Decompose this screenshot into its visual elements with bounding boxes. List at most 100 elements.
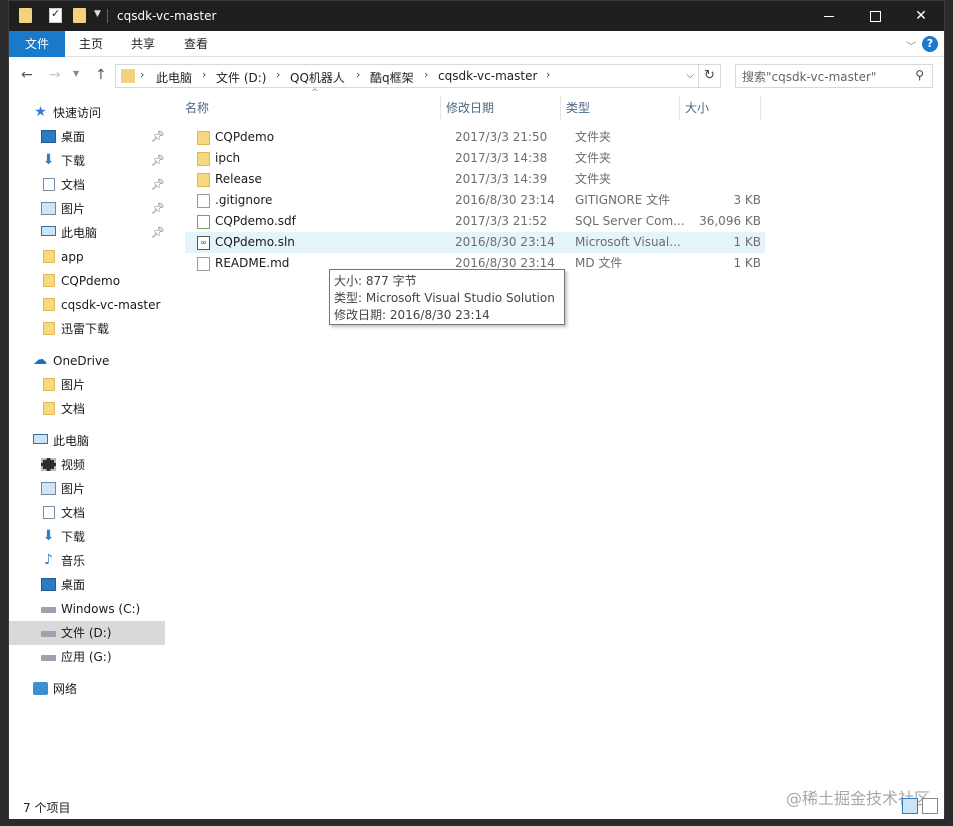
sidebar-item-pc-downloads[interactable]: ⬇ 下载	[9, 525, 165, 549]
folder-icon	[197, 131, 210, 145]
computer-icon	[41, 226, 56, 236]
minimize-button[interactable]	[806, 1, 852, 31]
chevron-right-icon[interactable]: ›	[356, 68, 360, 81]
ribbon-tabs: 文件 主页 共享 查看 ﹀ ?	[9, 31, 944, 57]
up-arrow-icon[interactable]: ↑	[95, 67, 107, 83]
chevron-right-icon[interactable]: ›	[546, 68, 550, 81]
pin-icon[interactable]: 📌︎	[151, 149, 165, 173]
column-header-type[interactable]: 类型	[566, 99, 590, 116]
pin-icon[interactable]: 📌︎	[151, 221, 165, 245]
details-view-icon[interactable]	[902, 798, 918, 814]
sidebar-item-music[interactable]: ♪ 音乐	[9, 549, 165, 573]
file-row-gitignore[interactable]: .gitignore 2016/8/30 23:14 GITIGNORE 文件 …	[185, 190, 765, 211]
column-header-size[interactable]: 大小	[685, 99, 709, 116]
column-divider[interactable]	[440, 95, 441, 121]
sidebar-item-quick-access[interactable]: ★ 快速访问	[9, 101, 165, 125]
breadcrumb-this-pc[interactable]: 此电脑	[156, 69, 192, 86]
sidebar-item-documents[interactable]: 文档 📌︎	[9, 173, 165, 197]
chevron-right-icon[interactable]: ›	[276, 68, 280, 81]
sidebar-item-desktop[interactable]: 桌面 📌︎	[9, 125, 165, 149]
sidebar-item-this-pc[interactable]: 此电脑	[9, 429, 165, 453]
file-size: 36,096 KB	[699, 214, 761, 228]
pin-icon[interactable]: 📌︎	[151, 125, 165, 149]
chevron-right-icon[interactable]: ›	[424, 68, 428, 81]
sidebar-item-videos[interactable]: 视频	[9, 453, 165, 477]
file-size: 3 KB	[733, 193, 761, 207]
status-bar: 7 个项目 @稀土掘金技术社区	[9, 789, 944, 819]
forward-arrow-icon[interactable]: →	[49, 67, 61, 83]
sidebar-item-onedrive-pictures[interactable]: 图片	[9, 373, 165, 397]
chevron-right-icon[interactable]: ›	[202, 68, 206, 81]
network-icon	[33, 682, 48, 695]
address-history-dropdown-icon[interactable]: ⌵	[686, 70, 694, 81]
folder-icon	[19, 8, 32, 23]
sidebar-item-pictures[interactable]: 图片 📌︎	[9, 197, 165, 221]
file-name: README.md	[215, 256, 290, 270]
close-button[interactable]: ✕	[898, 1, 944, 31]
column-divider[interactable]	[560, 95, 561, 121]
search-input[interactable]: 搜索"cqsdk-vc-master" ⚲	[735, 64, 933, 88]
folder-icon	[43, 378, 55, 391]
chevron-right-icon[interactable]: ›	[140, 68, 144, 81]
tab-home[interactable]: 主页	[65, 31, 117, 57]
sidebar-item-label: 快速访问	[53, 106, 102, 120]
sidebar-item-label: app	[61, 250, 84, 264]
search-icon[interactable]: ⚲	[915, 68, 924, 82]
file-date: 2017/3/3 14:39	[455, 172, 548, 186]
tab-share[interactable]: 共享	[117, 31, 169, 57]
file-row-ipch[interactable]: ipch 2017/3/3 14:38 文件夹	[185, 148, 765, 169]
tab-file[interactable]: 文件	[9, 31, 65, 57]
large-icons-view-icon[interactable]	[922, 798, 938, 814]
sidebar-item-onedrive[interactable]: ☁ OneDrive	[9, 349, 165, 373]
maximize-button[interactable]	[852, 1, 898, 31]
sidebar-item-this-pc-pinned[interactable]: 此电脑 📌︎	[9, 221, 165, 245]
breadcrumb-drive-d[interactable]: 文件 (D:)	[216, 69, 266, 86]
sidebar-item-cqsdk-vc-master[interactable]: cqsdk-vc-master	[9, 293, 165, 317]
breadcrumb-qq-robot[interactable]: QQ机器人	[290, 69, 345, 86]
column-header-date[interactable]: 修改日期	[446, 99, 494, 116]
recent-locations-icon[interactable]: ▼	[73, 69, 79, 78]
address-bar[interactable]: › 此电脑 › 文件 (D:) › QQ机器人 › 酷q框架 › cqsdk-v…	[115, 64, 721, 88]
sidebar-item-drive-c[interactable]: Windows (C:)	[9, 597, 165, 621]
back-arrow-icon[interactable]: ←	[21, 67, 33, 83]
sidebar-item-network[interactable]: 网络	[9, 677, 165, 701]
help-icon[interactable]: ?	[922, 36, 938, 52]
refresh-icon[interactable]: ↻	[698, 65, 720, 87]
breadcrumb-cqsdk-vc-master[interactable]: cqsdk-vc-master	[438, 69, 537, 83]
sidebar-item-drive-g[interactable]: 应用 (G:)	[9, 645, 165, 669]
sidebar-item-onedrive-documents[interactable]: 文档	[9, 397, 165, 421]
tab-view[interactable]: 查看	[170, 31, 222, 57]
sidebar-item-pc-desktop[interactable]: 桌面	[9, 573, 165, 597]
file-row-cqpdemo-sdf[interactable]: CQPdemo.sdf 2017/3/3 21:52 SQL Server Co…	[185, 211, 765, 232]
desktop-icon	[41, 130, 56, 143]
column-divider[interactable]	[760, 95, 761, 121]
folder-icon	[43, 322, 55, 335]
file-tooltip: 大小: 877 字节 类型: Microsoft Visual Studio S…	[329, 269, 565, 325]
sidebar-item-drive-d[interactable]: 文件 (D:)	[9, 621, 165, 645]
sidebar-item-xunlei-downloads[interactable]: 迅雷下载	[9, 317, 165, 341]
sidebar-item-pc-documents[interactable]: 文档	[9, 501, 165, 525]
column-divider[interactable]	[679, 95, 680, 121]
tooltip-type: 类型: Microsoft Visual Studio Solution	[334, 291, 555, 305]
new-folder-icon[interactable]	[73, 8, 86, 23]
sidebar-item-label: 图片	[61, 482, 86, 496]
pin-icon[interactable]: 📌︎	[151, 197, 165, 221]
file-row-release[interactable]: Release 2017/3/3 14:39 文件夹	[185, 169, 765, 190]
file-row-cqpdemo[interactable]: CQPdemo 2017/3/3 21:50 文件夹	[185, 127, 765, 148]
sidebar-item-label: 视频	[61, 458, 86, 472]
file-name: CQPdemo.sdf	[215, 214, 296, 228]
sidebar-item-downloads[interactable]: ⬇ 下载 📌︎	[9, 149, 165, 173]
file-row-cqpdemo-sln[interactable]: ∞ CQPdemo.sln 2016/8/30 23:14 Microsoft …	[185, 232, 765, 253]
file-date: 2017/3/3 14:38	[455, 151, 548, 165]
download-icon: ⬇	[42, 528, 55, 544]
sidebar-item-pc-pictures[interactable]: 图片	[9, 477, 165, 501]
breadcrumb-kuq-framework[interactable]: 酷q框架	[370, 69, 414, 86]
column-header-name[interactable]: 名称	[185, 99, 209, 116]
sidebar-item-app[interactable]: app	[9, 245, 165, 269]
chevron-down-icon[interactable]: ﹀	[906, 38, 916, 53]
pin-icon[interactable]: 📌︎	[151, 173, 165, 197]
sidebar-item-cqpdemo[interactable]: CQPdemo	[9, 269, 165, 293]
properties-icon[interactable]	[49, 7, 62, 23]
quick-access-dropdown-icon[interactable]: ▼	[94, 9, 101, 19]
desktop-icon	[41, 578, 56, 591]
